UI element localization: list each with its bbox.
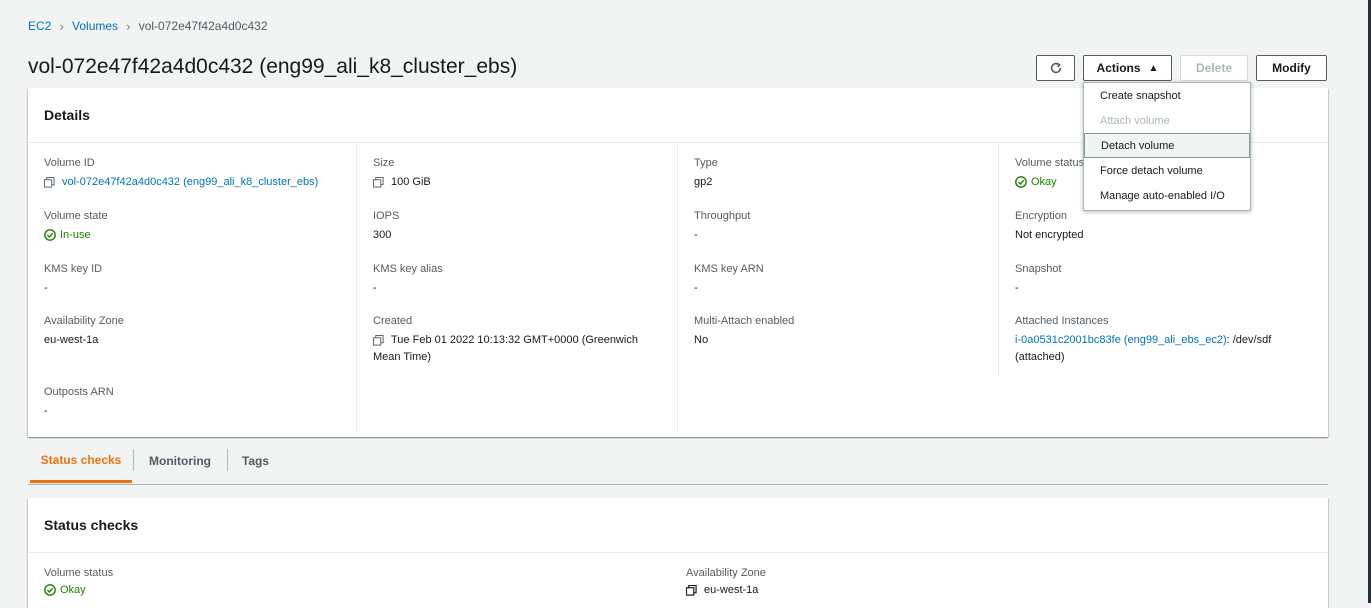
volume-state-label: Volume state: [44, 210, 108, 222]
tab-status-checks[interactable]: Status checks: [30, 440, 132, 483]
copy-icon[interactable]: [373, 177, 384, 188]
modify-button[interactable]: Modify: [1256, 55, 1327, 81]
outposts-arn-label: Outposts ARN: [44, 386, 114, 398]
menu-item-attach-volume: Attach volume: [1100, 114, 1170, 127]
type-value: gp2: [694, 176, 713, 188]
menu-item-create-snapshot[interactable]: Create snapshot: [1084, 83, 1250, 108]
multi-attach-value: No: [694, 334, 709, 346]
details-column-3: Type gp2 Throughput - KMS key ARN - Mult…: [677, 142, 999, 432]
size-field: Size 100 GiB: [373, 156, 670, 191]
status-checks-panel: Status checks Volume status Okay Availab…: [28, 498, 1328, 608]
attached-instances-field: Attached Instances i-0a0531c2001bc83fe (…: [1015, 314, 1321, 366]
created-value-line1: Tue Feb 01 2022 10:13:32 GMT+0000 (Green…: [391, 334, 638, 346]
throughput-field: Throughput -: [694, 209, 991, 244]
outposts-arn-field: Outposts ARN -: [44, 385, 348, 420]
throughput-value: -: [694, 229, 698, 241]
created-value-line2: Mean Time): [373, 351, 432, 363]
volume-status-value: Okay: [1031, 176, 1057, 188]
status-checks-header: Status checks: [28, 498, 1328, 553]
breadcrumb-current: vol-072e47f42a4d0c432: [138, 19, 268, 33]
availability-zone-value: eu-west-1a: [44, 334, 99, 346]
details-column-2: Size 100 GiB IOPS 300 KMS key alias - Cr…: [356, 142, 678, 432]
encryption-label: Encryption: [1015, 210, 1067, 222]
status-volume-status-value: Okay: [60, 584, 86, 596]
refresh-icon: [1050, 62, 1061, 74]
status-availability-zone-value: eu-west-1a: [704, 584, 759, 596]
actions-dropdown-menu: Create snapshot Attach volume Detach vol…: [1083, 82, 1251, 211]
throughput-label: Throughput: [694, 210, 751, 222]
menu-item-manage-auto-enabled-io[interactable]: Manage auto-enabled I/O: [1084, 183, 1250, 208]
detail-tabs: Status checks Monitoring Tags: [28, 440, 1328, 485]
actions-button[interactable]: Actions ▲: [1083, 55, 1172, 81]
tab-tags[interactable]: Tags: [228, 440, 283, 482]
breadcrumb: EC2 › Volumes › vol-072e47f42a4d0c432: [28, 19, 268, 33]
delete-button[interactable]: Delete: [1180, 55, 1248, 81]
encryption-field: Encryption Not encrypted: [1015, 209, 1321, 244]
snapshot-value: -: [1015, 282, 1019, 294]
encryption-value: Not encrypted: [1015, 229, 1084, 241]
tab-monitoring[interactable]: Monitoring: [134, 440, 226, 482]
iops-field: IOPS 300: [373, 209, 670, 244]
volume-state-field: Volume state In-use: [44, 209, 348, 244]
iops-label: IOPS: [373, 210, 400, 222]
breadcrumb-chevron-icon: ›: [126, 18, 131, 34]
success-check-icon: [44, 584, 56, 596]
volume-state-value: In-use: [60, 229, 91, 241]
status-volume-status-label: Volume status: [44, 567, 114, 579]
copy-icon[interactable]: [44, 177, 55, 188]
status-availability-zone-field: Availability Zone eu-west-1a: [686, 566, 986, 599]
status-volume-status-field: Volume status Okay: [44, 566, 344, 599]
refresh-button[interactable]: [1036, 55, 1075, 81]
kms-key-alias-label: KMS key alias: [373, 263, 443, 275]
kms-key-arn-value: -: [694, 282, 698, 294]
attached-instance-device: : /dev/sdf: [1226, 334, 1272, 346]
actions-button-label: Actions: [1096, 61, 1141, 75]
breadcrumb-volumes-link[interactable]: Volumes: [72, 19, 118, 33]
availability-zone-field: Availability Zone eu-west-1a: [44, 314, 348, 349]
page-title: vol-072e47f42a4d0c432 (eng99_ali_k8_clus…: [28, 55, 518, 78]
kms-key-alias-field: KMS key alias -: [373, 262, 670, 297]
snapshot-label: Snapshot: [1015, 263, 1062, 275]
snapshot-field: Snapshot -: [1015, 262, 1321, 297]
menu-item-detach-volume[interactable]: Detach volume: [1084, 133, 1250, 158]
volume-id-field: Volume ID vol-072e47f42a4d0c432 (eng99_a…: [44, 156, 348, 191]
success-check-icon: [1015, 176, 1027, 188]
copy-icon[interactable]: [686, 585, 697, 596]
type-label: Type: [694, 157, 718, 169]
kms-key-id-field: KMS key ID -: [44, 262, 348, 297]
type-field: Type gp2: [694, 156, 991, 191]
kms-key-id-label: KMS key ID: [44, 263, 103, 275]
details-column-1: Volume ID vol-072e47f42a4d0c432 (eng99_a…: [28, 142, 356, 432]
attached-instances-label: Attached Instances: [1015, 315, 1109, 327]
caret-up-icon: ▲: [1148, 62, 1159, 74]
kms-key-arn-label: KMS key ARN: [694, 263, 764, 275]
multi-attach-field: Multi-Attach enabled No: [694, 314, 991, 349]
kms-key-id-value: -: [44, 282, 48, 294]
volume-id-label: Volume ID: [44, 157, 95, 169]
volume-id-link[interactable]: vol-072e47f42a4d0c432 (eng99_ali_k8_clus…: [62, 174, 318, 191]
iops-value: 300: [373, 229, 392, 241]
size-value: 100 GiB: [391, 176, 431, 188]
created-label: Created: [373, 315, 413, 327]
attached-instance-link[interactable]: i-0a0531c2001bc83fe (eng99_ali_ebs_ec2): [1015, 334, 1227, 346]
menu-item-force-detach-volume[interactable]: Force detach volume: [1084, 158, 1250, 183]
multi-attach-label: Multi-Attach enabled: [694, 315, 795, 327]
status-availability-zone-label: Availability Zone: [686, 567, 766, 579]
attached-instance-state: (attached): [1015, 351, 1065, 363]
availability-zone-label: Availability Zone: [44, 315, 124, 327]
breadcrumb-chevron-icon: ›: [59, 18, 65, 34]
copy-icon[interactable]: [373, 335, 384, 346]
breadcrumb-ec2-link[interactable]: EC2: [28, 19, 51, 33]
kms-key-arn-field: KMS key ARN -: [694, 262, 991, 297]
size-label: Size: [373, 157, 395, 169]
outposts-arn-value: -: [44, 405, 48, 417]
created-field: Created Tue Feb 01 2022 10:13:32 GMT+000…: [373, 314, 670, 366]
success-check-icon: [44, 229, 56, 241]
kms-key-alias-value: -: [373, 282, 377, 294]
